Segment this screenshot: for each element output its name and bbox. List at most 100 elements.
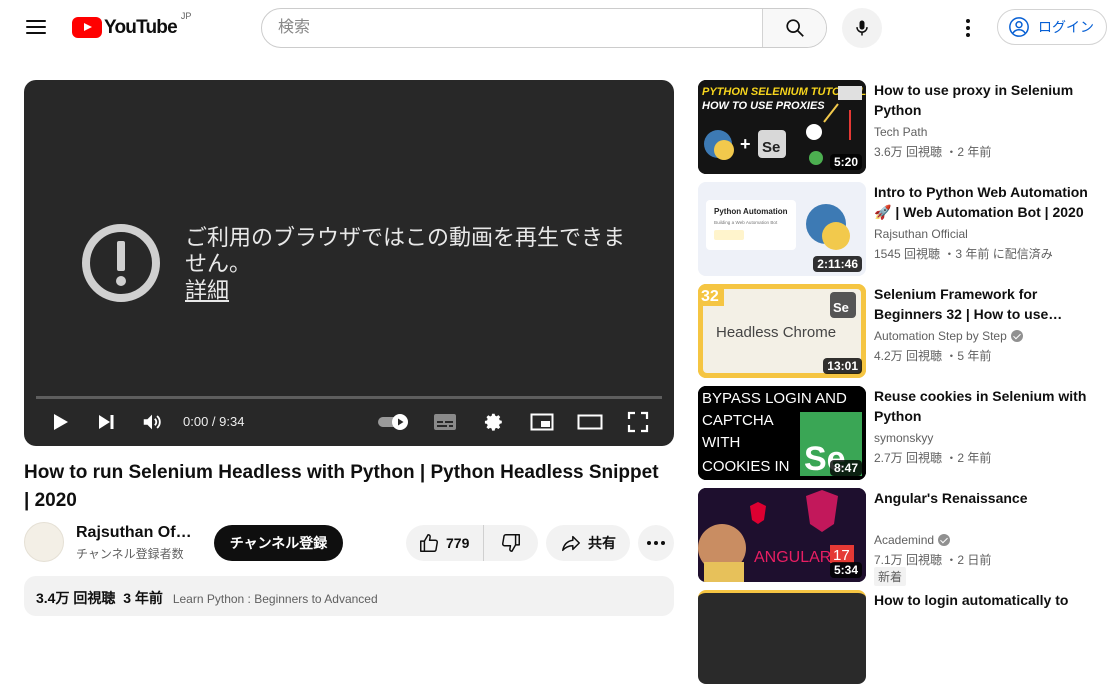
next-button[interactable] xyxy=(94,410,118,434)
theater-mode-icon xyxy=(577,414,603,430)
miniplayer-icon xyxy=(530,413,554,431)
channel-label: Automation Step by Step xyxy=(874,329,1007,343)
next-icon xyxy=(99,415,114,429)
video-thumbnail[interactable]: Python Automation Building a Web Automat… xyxy=(698,182,866,276)
voice-search-button[interactable] xyxy=(842,8,882,48)
thumb-text-line: Headless Chrome xyxy=(716,324,836,341)
thumb-text-line: Building a Web Automation Bot xyxy=(714,220,778,225)
svg-text:+: + xyxy=(740,134,751,154)
error-details-link[interactable]: 詳細 xyxy=(185,273,229,305)
thumb-text-line: BYPASS LOGIN AND xyxy=(702,390,847,407)
recommended-channel[interactable]: Academind xyxy=(874,533,951,547)
microphone-icon xyxy=(856,20,868,36)
dislike-button[interactable] xyxy=(484,525,538,561)
theater-mode-button[interactable] xyxy=(577,410,603,434)
progress-bar[interactable] xyxy=(36,396,662,399)
like-button[interactable]: 779 xyxy=(406,525,485,561)
channel-name[interactable]: Rajsuthan Official xyxy=(76,524,196,542)
new-badge: 新着 xyxy=(874,567,907,586)
share-icon xyxy=(562,535,580,552)
recommended-video[interactable]: 32 Se Headless Chrome 13:01 Selenium Fra… xyxy=(698,284,1098,378)
play-button[interactable] xyxy=(48,410,72,434)
video-player[interactable]: ご利用のブラウザではこの動画を再生できません。 詳細 0:00 / 9:34 xyxy=(24,80,674,446)
play-icon xyxy=(54,414,68,430)
recommended-meta: 4.2万 回視聴 ・5 年前 xyxy=(874,349,992,363)
more-actions-button[interactable] xyxy=(638,525,674,561)
recommended-channel[interactable]: Rajsuthan Official xyxy=(874,227,968,241)
search-input[interactable] xyxy=(262,9,762,47)
recommended-video[interactable]: PYTHON SELENIUM TUTORIAL HOW TO USE PROX… xyxy=(698,80,1098,174)
channel-label: symonskyy xyxy=(874,431,934,445)
video-duration: 13:01 xyxy=(823,358,862,374)
recommended-meta: 1545 回視聴 ・3 年前 に配信済み xyxy=(874,247,1053,261)
recommended-video[interactable]: ANGULAR 17 5:34 Angular's Renaissance Ac… xyxy=(698,488,1098,586)
recommended-title[interactable]: Angular's Renaissance xyxy=(874,488,1090,508)
recommended-title[interactable]: Reuse cookies in Selenium with Python xyxy=(874,386,1090,426)
thumb-text-line: HOW TO USE PROXIES xyxy=(702,100,825,112)
svg-text:Se: Se xyxy=(762,139,780,156)
recommended-title[interactable]: How to use proxy in Selenium Python xyxy=(874,80,1090,120)
settings-more-icon[interactable] xyxy=(956,16,980,40)
gear-icon xyxy=(484,413,502,431)
thumb-text-line: Python Automation xyxy=(714,207,788,216)
youtube-play-icon xyxy=(72,17,102,38)
playlist-link[interactable]: Learn Python : Beginners to Advanced xyxy=(173,592,378,606)
youtube-logo[interactable]: YouTube JP xyxy=(72,11,191,39)
verified-badge-icon xyxy=(1010,330,1023,342)
thumbs-down-icon xyxy=(502,534,521,552)
subtitles-icon xyxy=(434,414,456,430)
masthead: YouTube JP ログイン xyxy=(0,0,1109,56)
video-thumbnail[interactable]: BYPASS LOGIN AND CAPTCHA WITH COOKIES IN… xyxy=(698,386,866,480)
recommended-channel[interactable]: Tech Path xyxy=(874,125,927,139)
time-display: 0:00 / 9:34 xyxy=(183,414,245,429)
description-box[interactable]: 3.4万 回視聴 3 年前 Learn Python : Beginners t… xyxy=(24,576,674,616)
thumb-text-line: ANGULAR xyxy=(754,549,831,566)
thumb-text-line: WITH xyxy=(702,434,740,451)
video-thumbnail[interactable]: ANGULAR 17 5:34 xyxy=(698,488,866,582)
channel-subscriber-count: チャンネル登録者数 xyxy=(76,547,184,561)
recommended-meta: 2.7万 回視聴 ・2 年前 xyxy=(874,451,992,465)
fullscreen-icon xyxy=(627,411,649,433)
thumb-text-line: CAPTCHA xyxy=(702,412,774,429)
like-count: 779 xyxy=(446,535,470,551)
channel-label: Tech Path xyxy=(874,125,928,139)
video-thumbnail[interactable] xyxy=(698,590,866,684)
autoplay-toggle[interactable] xyxy=(376,410,412,434)
settings-button[interactable] xyxy=(481,410,507,434)
subtitles-button[interactable] xyxy=(432,410,458,434)
recommended-video[interactable]: Python Automation Building a Web Automat… xyxy=(698,182,1098,276)
recommended-title[interactable]: How to login automatically to xyxy=(874,590,1090,610)
recommended-video[interactable]: BYPASS LOGIN AND CAPTCHA WITH COOKIES IN… xyxy=(698,386,1098,480)
menu-icon[interactable] xyxy=(24,16,48,40)
login-button[interactable]: ログイン xyxy=(997,9,1107,45)
channel-label: Rajsuthan Official xyxy=(874,227,968,241)
video-duration: 2:11:46 xyxy=(813,256,862,272)
share-button[interactable]: 共有 xyxy=(546,525,630,561)
recommended-channel[interactable]: symonskyy xyxy=(874,431,933,445)
search-icon xyxy=(785,19,804,37)
volume-icon xyxy=(143,414,161,430)
video-thumbnail[interactable]: 32 Se Headless Chrome 13:01 xyxy=(698,284,866,378)
login-label: ログイン xyxy=(1038,19,1094,35)
video-duration: 8:47 xyxy=(829,460,862,476)
account-icon xyxy=(1009,17,1029,37)
channel-label: Academind xyxy=(874,533,935,547)
channel-avatar[interactable] xyxy=(24,522,64,562)
share-label: 共有 xyxy=(588,535,616,551)
recommended-video[interactable]: How to login automatically to xyxy=(698,590,1098,684)
fullscreen-button[interactable] xyxy=(625,410,651,434)
logo-text: YouTube xyxy=(104,17,178,38)
recommended-title[interactable]: Selenium Framework for Beginners 32 | Ho… xyxy=(874,284,1090,324)
miniplayer-button[interactable] xyxy=(529,410,555,434)
video-duration: 5:20 xyxy=(829,154,862,170)
error-exclamation-icon xyxy=(82,224,160,302)
recommended-channel[interactable]: Automation Step by Step xyxy=(874,329,1023,343)
volume-button[interactable] xyxy=(140,410,164,434)
upload-age: 3 年前 xyxy=(123,590,163,606)
subscribe-button[interactable]: チャンネル登録 xyxy=(214,525,343,561)
recommended-title[interactable]: Intro to Python Web Automation 🚀 | Web A… xyxy=(874,182,1090,222)
video-thumbnail[interactable]: PYTHON SELENIUM TUTORIAL HOW TO USE PROX… xyxy=(698,80,866,174)
svg-text:Se: Se xyxy=(833,300,849,315)
search-box xyxy=(261,8,827,48)
search-button[interactable] xyxy=(762,9,826,47)
